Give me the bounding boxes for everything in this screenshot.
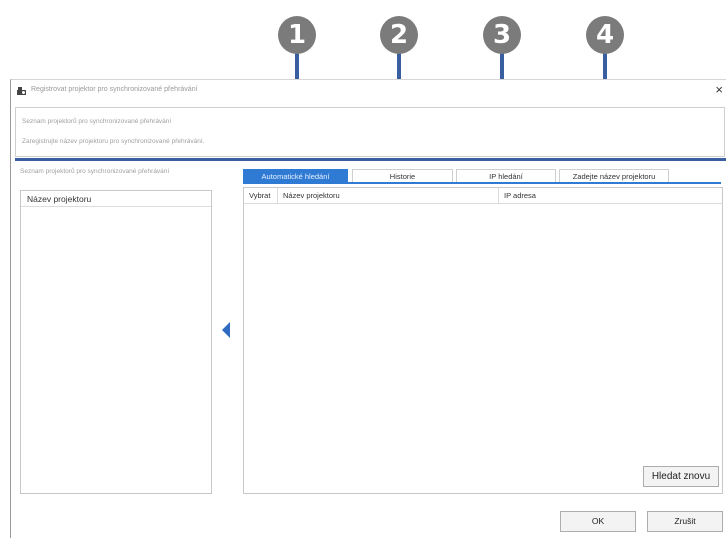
ok-button[interactable]: OK xyxy=(560,511,636,532)
description-line-2: Zaregistrujte název projektoru pro synch… xyxy=(22,138,205,145)
callout-badge-3: 3 xyxy=(483,16,521,54)
register-projector-dialog: Registrovat projektor pro synchronizovan… xyxy=(10,79,726,538)
section-divider xyxy=(15,158,726,161)
tab-automatic-search[interactable]: Automatické hledání xyxy=(243,169,348,182)
search-again-button[interactable]: Hledat znovu xyxy=(643,466,719,487)
column-separator xyxy=(277,188,278,203)
description-panel: Seznam projektorů pro synchronizované př… xyxy=(15,107,725,157)
tab-ip-search[interactable]: IP hledání xyxy=(456,169,556,182)
column-header-ip-address[interactable]: IP adresa xyxy=(504,188,536,203)
tab-history[interactable]: Historie xyxy=(352,169,453,182)
projector-name-column-header: Název projektoru xyxy=(21,191,211,207)
column-header-projector-name[interactable]: Název projektoru xyxy=(283,188,340,203)
column-header-select[interactable]: Vybrat xyxy=(249,188,270,203)
callout-badge-1: 1 xyxy=(278,16,316,54)
title-bar: Registrovat projektor pro synchronizovan… xyxy=(11,80,726,104)
callout-badge-2: 2 xyxy=(380,16,418,54)
callout-badge-4: 4 xyxy=(586,16,624,54)
registered-projector-list[interactable]: Název projektoru xyxy=(20,190,212,494)
close-icon[interactable]: × xyxy=(715,82,723,97)
window-title: Registrovat projektor pro synchronizovan… xyxy=(31,86,198,93)
column-separator xyxy=(498,188,499,203)
table-header: Vybrat Název projektoru IP adresa xyxy=(244,188,722,204)
tab-underline xyxy=(243,182,721,184)
projector-app-icon xyxy=(17,87,26,95)
add-to-list-arrow-icon[interactable] xyxy=(222,322,230,338)
tab-enter-projector-name[interactable]: Zadejte název projektoru xyxy=(559,169,669,182)
cancel-button[interactable]: Zrušit xyxy=(647,511,723,532)
registered-list-caption: Seznam projektorů pro synchronizované př… xyxy=(20,168,170,175)
search-results-table[interactable]: Vybrat Název projektoru IP adresa xyxy=(243,187,723,494)
description-line-1: Seznam projektorů pro synchronizované př… xyxy=(22,118,172,125)
